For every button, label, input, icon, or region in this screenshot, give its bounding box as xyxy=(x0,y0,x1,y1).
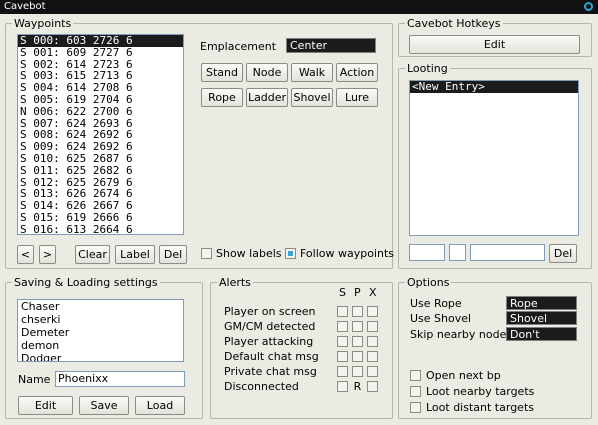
use-rope-label: Use Rope xyxy=(410,297,462,310)
lure-button[interactable]: Lure xyxy=(336,88,378,107)
waypoint-row[interactable]: S 011: 625 2682 6 xyxy=(18,164,183,177)
window-status-icon[interactable] xyxy=(584,2,593,11)
hotkeys-legend: Cavebot Hotkeys xyxy=(407,17,501,30)
settings-name-list[interactable]: Chaser chserki Demeter demon Dodger xyxy=(17,299,184,362)
alert-label: Private chat msg xyxy=(224,365,317,378)
show-labels-checkbox[interactable] xyxy=(201,248,212,259)
skip-nearby-nodes-label: Skip nearby nodes xyxy=(410,328,513,341)
waypoints-legend: Waypoints xyxy=(14,17,72,30)
use-rope-select[interactable]: Rope xyxy=(506,296,577,310)
use-shovel-label: Use Shovel xyxy=(410,312,472,325)
waypoint-row[interactable]: S 001: 609 2727 6 xyxy=(18,46,183,59)
alert-p-checkbox[interactable] xyxy=(352,336,363,347)
emplacement-select[interactable]: Center xyxy=(286,38,376,53)
loot-nearby-targets-label: Loot nearby targets xyxy=(426,385,535,398)
list-item[interactable]: Chaser xyxy=(18,300,183,313)
alert-p-checkbox[interactable]: R xyxy=(352,381,363,392)
looting-list[interactable]: <New Entry> xyxy=(409,80,579,236)
node-button[interactable]: Node xyxy=(246,63,288,82)
alerts-header-p: P xyxy=(354,286,361,299)
looting-entry[interactable]: <New Entry> xyxy=(410,81,578,93)
alerts-legend: Alerts xyxy=(219,276,251,289)
waypoint-row[interactable]: N 006: 622 2700 6 xyxy=(18,105,183,118)
looting-legend: Looting xyxy=(407,62,448,75)
name-label: Name xyxy=(18,373,51,386)
walk-button[interactable]: Walk xyxy=(291,63,333,82)
alert-x-checkbox[interactable] xyxy=(367,366,378,377)
use-shovel-select[interactable]: Shovel xyxy=(506,311,577,325)
alert-label: GM/CM detected xyxy=(224,320,316,333)
alert-x-checkbox[interactable] xyxy=(367,336,378,347)
alerts-header-x: X xyxy=(369,286,377,299)
alert-s-checkbox[interactable] xyxy=(337,321,348,332)
alert-x-checkbox[interactable] xyxy=(367,351,378,362)
open-next-bp-label: Open next bp xyxy=(426,369,501,382)
alert-p-checkbox[interactable] xyxy=(352,321,363,332)
looting-field-2[interactable] xyxy=(449,244,466,261)
hotkeys-edit-button[interactable]: Edit xyxy=(409,35,580,54)
rope-button[interactable]: Rope xyxy=(201,88,243,107)
options-legend: Options xyxy=(407,276,450,289)
skip-nearby-nodes-select[interactable]: Don't xyxy=(506,327,577,341)
alert-x-checkbox[interactable] xyxy=(367,381,378,392)
ladder-button[interactable]: Ladder xyxy=(246,88,288,107)
alert-label: Player attacking xyxy=(224,335,314,348)
waypoint-list[interactable]: S 000: 603 2726 6S 001: 609 2727 6S 002:… xyxy=(17,34,184,235)
saving-load-button[interactable]: Load xyxy=(135,396,185,415)
alert-label: Player on screen xyxy=(224,305,316,318)
show-labels-label: Show labels xyxy=(216,247,282,260)
alert-label: Disconnected xyxy=(224,380,299,393)
alert-s-checkbox[interactable] xyxy=(337,381,348,392)
clear-button[interactable]: Clear xyxy=(75,245,110,264)
loot-distant-targets-label: Loot distant targets xyxy=(426,401,534,414)
alert-x-checkbox[interactable] xyxy=(367,321,378,332)
window-titlebar: Cavebot xyxy=(0,0,598,14)
looting-field-1[interactable] xyxy=(409,244,445,261)
alerts-header-s: S xyxy=(339,286,346,299)
emplacement-label: Emplacement xyxy=(200,40,277,53)
saving-edit-button[interactable]: Edit xyxy=(18,396,73,415)
prev-arrow-button[interactable]: < xyxy=(17,245,34,264)
name-input[interactable]: Phoenixx xyxy=(55,371,185,387)
action-button[interactable]: Action xyxy=(336,63,378,82)
list-item[interactable]: Demeter xyxy=(18,326,183,339)
window-title: Cavebot xyxy=(4,1,46,12)
follow-waypoints-label: Follow waypoints xyxy=(300,247,395,260)
alert-p-checkbox[interactable] xyxy=(352,351,363,362)
list-item[interactable]: chserki xyxy=(18,313,183,326)
waypoint-del-button[interactable]: Del xyxy=(159,245,187,264)
loot-distant-targets-checkbox[interactable] xyxy=(410,402,421,413)
looting-field-3[interactable] xyxy=(470,244,545,261)
waypoint-row[interactable]: S 015: 619 2666 6 xyxy=(18,212,183,224)
main-frame: Waypoints S 000: 603 2726 6S 001: 609 27… xyxy=(0,14,598,425)
waypoint-row[interactable]: S 016: 613 2664 6 xyxy=(18,223,183,234)
list-item[interactable]: demon xyxy=(18,339,183,352)
alert-s-checkbox[interactable] xyxy=(337,351,348,362)
follow-waypoints-checkbox[interactable] xyxy=(285,248,296,259)
label-button[interactable]: Label xyxy=(115,245,155,264)
alert-s-checkbox[interactable] xyxy=(337,306,348,317)
alert-p-checkbox[interactable] xyxy=(352,366,363,377)
next-arrow-button[interactable]: > xyxy=(39,245,56,264)
looting-del-button[interactable]: Del xyxy=(549,244,577,263)
waypoint-row[interactable]: S 010: 625 2687 6 xyxy=(18,153,183,165)
open-next-bp-checkbox[interactable] xyxy=(410,370,421,381)
stand-button[interactable]: Stand xyxy=(201,63,243,82)
waypoint-row[interactable]: S 005: 619 2704 6 xyxy=(18,94,183,106)
list-item[interactable]: Dodger xyxy=(18,352,183,361)
loot-nearby-targets-checkbox[interactable] xyxy=(410,386,421,397)
alert-label: Default chat msg xyxy=(224,350,319,363)
alert-p-checkbox[interactable] xyxy=(352,306,363,317)
alert-s-checkbox[interactable] xyxy=(337,366,348,377)
shovel-button[interactable]: Shovel xyxy=(291,88,333,107)
alert-s-checkbox[interactable] xyxy=(337,336,348,347)
saving-legend: Saving & Loading settings xyxy=(14,276,158,289)
saving-save-button[interactable]: Save xyxy=(79,396,129,415)
alert-x-checkbox[interactable] xyxy=(367,306,378,317)
